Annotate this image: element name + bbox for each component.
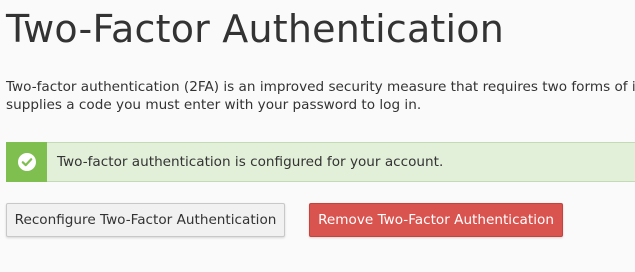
page-description: Two-factor authentication (2FA) is an im… bbox=[6, 78, 635, 114]
success-alert: Two-factor authentication is configured … bbox=[6, 142, 635, 182]
page: Two-Factor Authentication Two-factor aut… bbox=[0, 0, 635, 272]
remove-2fa-button[interactable]: Remove Two-Factor Authentication bbox=[309, 203, 563, 237]
alert-icon-container bbox=[6, 142, 47, 182]
description-line-2: supplies a code you must enter with your… bbox=[6, 97, 422, 113]
reconfigure-2fa-button[interactable]: Reconfigure Two-Factor Authentication bbox=[6, 203, 285, 237]
check-circle-icon bbox=[17, 153, 36, 171]
description-line-1: Two-factor authentication (2FA) is an im… bbox=[6, 79, 635, 95]
page-title: Two-Factor Authentication bbox=[6, 7, 505, 51]
alert-message: Two-factor authentication is configured … bbox=[57, 154, 444, 170]
